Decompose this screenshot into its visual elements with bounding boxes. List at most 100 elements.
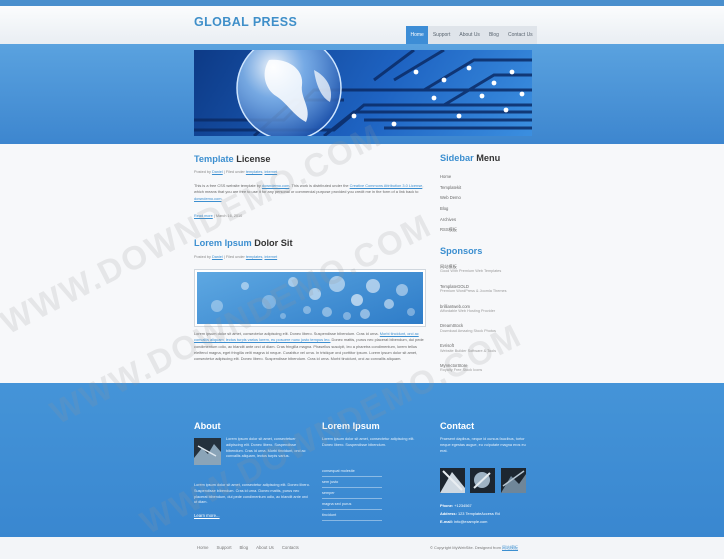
address-value: 123 TemplateAccess Rd (456, 511, 500, 516)
thumbnail-image (501, 470, 526, 493)
globe-circuit-illustration (194, 50, 532, 136)
nav-contact-us[interactable]: Contact Us (503, 26, 537, 44)
about-image (194, 444, 221, 465)
sidebar-menu-title: Sidebar Menu (440, 153, 500, 163)
sidebar-item-archives[interactable]: Archives (440, 215, 530, 226)
lorem-text: Lorem ipsum dolor sit amet, consectetur … (322, 437, 415, 447)
meta-prefix: Posted by (194, 170, 212, 174)
contact-text: Praesent dapibus, neque id cursus faucib… (440, 437, 526, 453)
post-title-rest: Dolor Sit (251, 238, 293, 248)
sidebar-item-rss[interactable]: RSS模板 (440, 225, 530, 236)
meta-filed: | Filed under (222, 170, 246, 174)
post-image (194, 269, 426, 327)
bokeh-illustration (211, 276, 415, 320)
footer-list-item[interactable]: magna sed purus (322, 499, 382, 510)
nav-support[interactable]: Support (428, 26, 455, 44)
sponsors-title-text: Sponsors (440, 246, 483, 256)
post-footer: Read more | March 16, 2010 (194, 214, 242, 218)
contact-email: E-mail: info@example.com (440, 519, 487, 524)
site-header (0, 6, 724, 44)
copyright-text: © Copyright MyWebSite. Designed from (430, 545, 503, 550)
contact-phone: Phone: +1234567 (440, 503, 472, 508)
main-nav: Home Support About Us Blog Contact Us (406, 26, 538, 44)
post-meta: Posted by Daniel | Filed under templates… (194, 170, 277, 174)
bottom-nav: Home Support Blog About Us Contacts (197, 545, 299, 550)
about-thumbnail (194, 438, 221, 465)
gallery-thumbnail[interactable] (440, 468, 465, 493)
read-more-link[interactable]: Read more (194, 214, 213, 218)
meta-filed: | Filed under (222, 255, 246, 259)
post-title-rest: License (233, 154, 271, 164)
footer-list-item[interactable]: sem justo (322, 477, 382, 488)
about-text: Lorem ipsum dolor sit amet, consectetur … (194, 483, 310, 505)
meta-prefix: Posted by (194, 255, 212, 259)
sidebar-item-templatekit[interactable]: Templatekit (440, 183, 530, 194)
post-title-highlight: Lorem Ipsum (194, 238, 252, 248)
bottom-nav-home[interactable]: Home (197, 545, 208, 550)
sidebar-item-blog[interactable]: Blog (440, 204, 530, 215)
sponsor-desc: Download Amazing Stock Photos (440, 328, 496, 333)
bottom-nav-support[interactable]: Support (216, 545, 231, 550)
footer-contact-title: Contact (440, 421, 475, 431)
gallery-thumbnail[interactable] (470, 468, 495, 493)
sponsor-desc: Royalty Free Stock Icons (440, 368, 483, 373)
footer-about-title: About (194, 421, 221, 431)
nav-about-us[interactable]: About Us (455, 26, 485, 44)
email-label: E-mail: (440, 519, 453, 524)
post-title[interactable]: Template License (194, 154, 270, 164)
thumbnail-image (473, 472, 491, 489)
post-title[interactable]: Lorem Ipsum Dolor Sit (194, 238, 293, 248)
post-title-highlight: Template (194, 154, 234, 164)
footer-lorem-title: Lorem Ipsum (322, 421, 380, 431)
sponsors-title: Sponsors (440, 246, 482, 256)
sidebar-menu: Home Templatekit Web Demo Blog Archives … (440, 172, 530, 236)
body-text: . (221, 195, 223, 201)
email-value[interactable]: info@example.com (453, 519, 487, 524)
license-link[interactable]: Creative Commons Attribution 3.0 License (350, 183, 423, 188)
post-body: This is a free CSS website template by d… (194, 183, 426, 202)
sponsor-desc: Premium WordPress & Joomla Themes (440, 289, 507, 294)
category-link[interactable]: internet (264, 255, 277, 259)
footer-list-item[interactable]: semper (322, 488, 382, 499)
banner-image (194, 50, 532, 136)
bottom-nav-blog[interactable]: Blog (240, 545, 249, 550)
contact-address: Address: 123 TemplateAccess Rd (440, 511, 500, 516)
phone-value: +1234567 (453, 503, 472, 508)
footer-list-item[interactable]: consequat molestie (322, 466, 382, 477)
sponsor-desc: Good With Premium Web Templates (440, 269, 502, 274)
thumbnail-image (440, 470, 465, 493)
author-link[interactable]: Daniel (212, 255, 223, 259)
phone-label: Phone: (440, 503, 454, 508)
post-meta: Posted by Daniel | Filed under templates… (194, 255, 277, 259)
body-link[interactable]: downdemo.com (262, 183, 289, 188)
bottom-nav-about-us[interactable]: About Us (256, 545, 274, 550)
address-label: Address: (440, 511, 457, 516)
sidebar-item-web-demo[interactable]: Web Demo (440, 193, 530, 204)
sponsor-desc: Website Builder Software & Tools (440, 348, 496, 353)
copyright: © Copyright MyWebSite. Designed from 网站模… (430, 545, 518, 551)
category-link[interactable]: templates (246, 255, 262, 259)
body-text: This is a free CSS website template by (194, 183, 262, 188)
bottom-bar (0, 537, 724, 559)
footer-link-list: consequat molestie sem justo semper magn… (322, 466, 382, 521)
gallery-thumbnail[interactable] (501, 468, 526, 493)
sidebar-item-home[interactable]: Home (440, 172, 530, 183)
footer-list-item[interactable]: tincidunt (322, 510, 382, 521)
post-date: | March 16, 2010 (212, 214, 243, 218)
sponsor-desc: Affordable Web Hosting Provider (440, 309, 496, 314)
bottom-nav-contacts[interactable]: Contacts (282, 545, 299, 550)
category-link[interactable]: internet (264, 170, 277, 174)
nav-home[interactable]: Home (406, 26, 429, 44)
designer-link[interactable]: 网站模板 (502, 545, 518, 550)
learn-more-link[interactable]: Learn more... (194, 513, 220, 518)
sponsor-list: 网站模板 Good With Premium Web Templates Tem… (440, 264, 540, 383)
body-text: Lorem ipsum dolor sit amet, consectetur … (194, 331, 380, 336)
author-link[interactable]: Daniel (212, 170, 223, 174)
sidebar-title-rest: Menu (473, 153, 501, 163)
about-side-text: Lorem ipsum dolor sit amet, consectetuer… (226, 437, 306, 459)
body-text: . This work is distributed under the (289, 183, 350, 188)
body-link[interactable]: downdemo.com (194, 196, 221, 201)
site-logo[interactable]: GLOBAL PRESS (194, 15, 297, 29)
nav-blog[interactable]: Blog (484, 26, 503, 44)
category-link[interactable]: templates (246, 170, 262, 174)
